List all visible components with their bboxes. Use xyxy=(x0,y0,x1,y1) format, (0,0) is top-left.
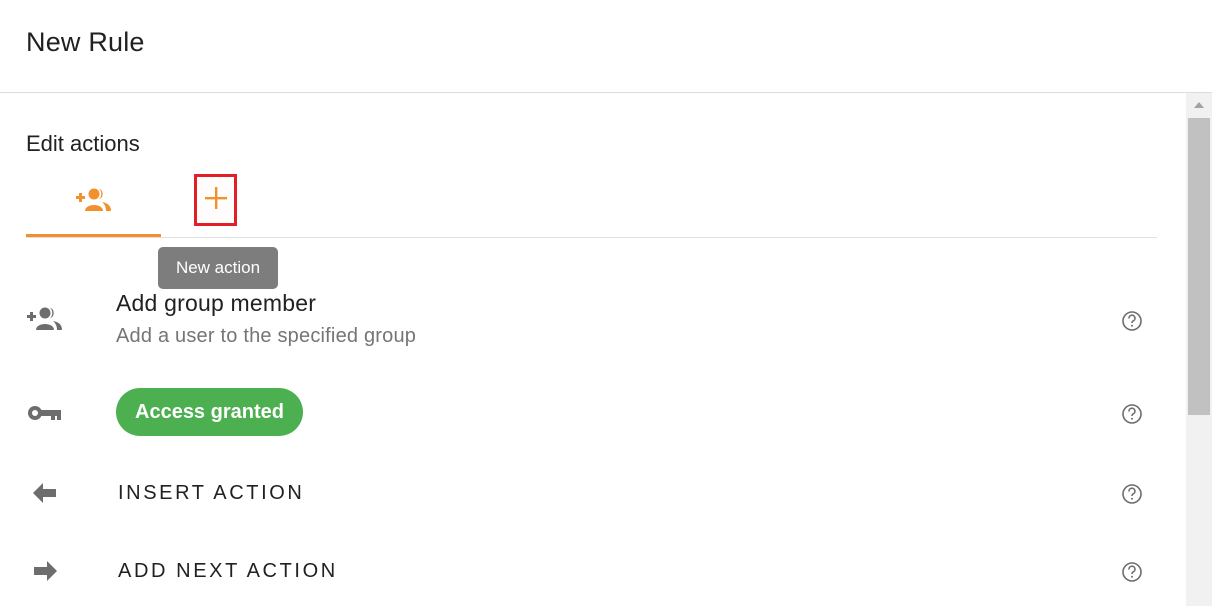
plus-icon xyxy=(204,186,228,215)
action-title: Add group member xyxy=(116,290,317,316)
new-action-button[interactable] xyxy=(194,174,237,226)
action-tabs xyxy=(26,171,1157,238)
add-next-action-button[interactable]: ADD NEXT ACTION xyxy=(118,560,338,583)
section-title: Edit actions xyxy=(26,131,140,156)
status-row: Access granted xyxy=(0,387,1186,437)
scroll-up-arrow-icon[interactable] xyxy=(1186,93,1212,117)
group-add-icon xyxy=(26,304,64,334)
insert-action-row[interactable]: INSERT ACTION xyxy=(0,473,1186,513)
help-circle-icon[interactable] xyxy=(1121,561,1143,583)
tooltip: New action xyxy=(158,247,278,289)
arrow-left-icon xyxy=(26,478,64,508)
help-circle-icon[interactable] xyxy=(1121,403,1143,425)
key-icon xyxy=(26,398,64,428)
insert-action-button[interactable]: INSERT ACTION xyxy=(118,482,304,505)
help-circle-icon[interactable] xyxy=(1121,483,1143,505)
action-row[interactable]: Add group member Add a user to the speci… xyxy=(0,288,1186,358)
scrollbar-thumb[interactable] xyxy=(1188,118,1210,415)
status-badge: Access granted xyxy=(116,388,303,436)
dialog-header: New Rule xyxy=(0,0,1212,93)
page-title: New Rule xyxy=(26,27,145,57)
vertical-scrollbar[interactable] xyxy=(1186,93,1212,606)
help-circle-icon[interactable] xyxy=(1121,310,1143,332)
tab-add-group-member[interactable] xyxy=(26,171,161,237)
arrow-right-icon xyxy=(26,556,64,586)
action-subtitle: Add a user to the specified group xyxy=(116,325,417,347)
group-add-icon xyxy=(75,187,113,218)
dialog-content: Edit actions New action Add group member… xyxy=(0,93,1186,606)
add-next-action-row[interactable]: ADD NEXT ACTION xyxy=(0,551,1186,591)
